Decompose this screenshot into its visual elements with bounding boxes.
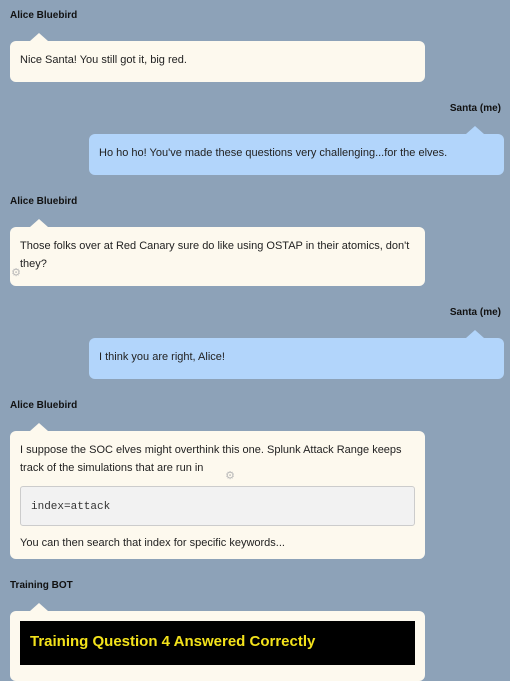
message-text: You can then search that index for speci… [20,537,285,549]
message-text: Ho ho ho! You've made these questions ve… [99,147,448,159]
gear-icon: ⚙ [11,267,21,279]
chat-bubble: Nice Santa! You still got it, big red. [10,33,425,82]
message-sender: Santa (me) [449,307,501,318]
message-text: Those folks over at Red Canary sure do l… [20,240,410,270]
code-block: index=attack [20,486,415,526]
message-sender: Training BOT [10,580,73,591]
message-sender: Alice Bluebird [10,196,78,207]
chat-bubble: Those folks over at Red Canary sure do l… [10,219,425,286]
message-sender: Santa (me) [449,103,501,114]
message-sender: Alice Bluebird [10,10,78,21]
gear-icon: ⚙ [225,470,235,482]
chat-bubble: Training Question 4 Answered Correctly [10,603,425,681]
message-text: I suppose the SOC elves might overthink … [20,444,402,474]
message-text: Nice Santa! You still got it, big red. [20,54,187,66]
chat-bubble: I think you are right, Alice! [89,330,504,379]
training-banner: Training Question 4 Answered Correctly [20,621,415,665]
message-sender: Alice Bluebird [10,400,78,411]
message-text: I think you are right, Alice! [99,351,225,363]
chat-bubble: Ho ho ho! You've made these questions ve… [89,126,504,175]
chat-bubble: I suppose the SOC elves might overthink … [10,423,425,559]
